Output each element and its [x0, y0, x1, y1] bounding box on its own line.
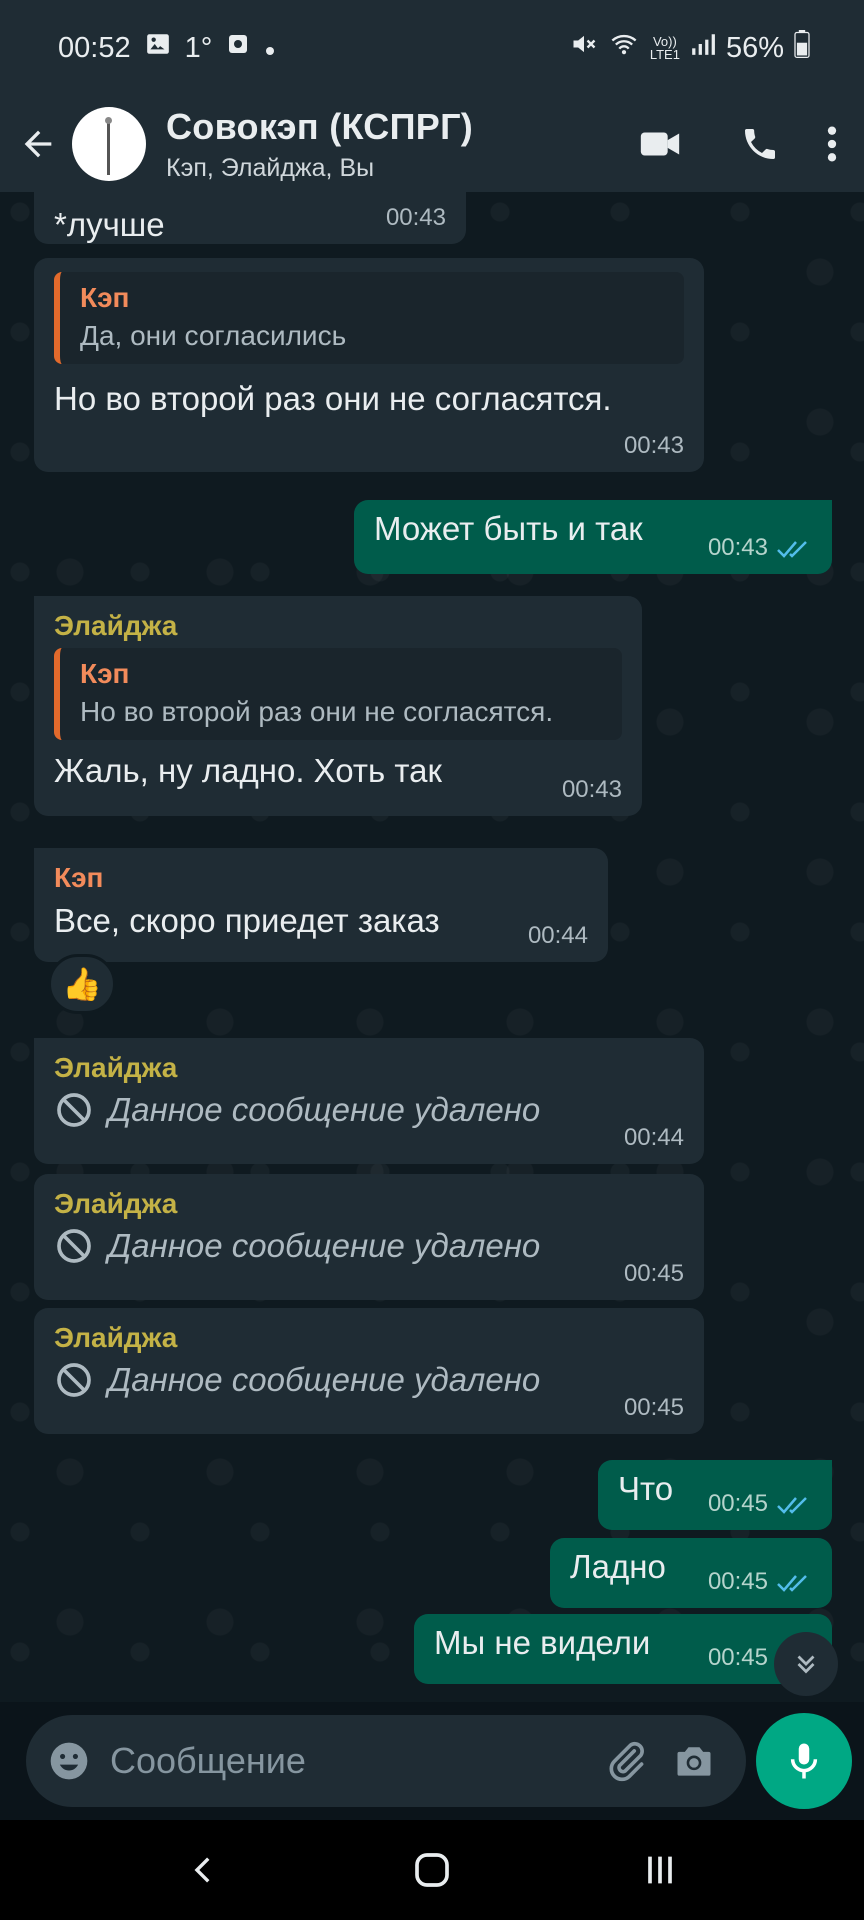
more-vert-icon [827, 126, 837, 162]
camera-button[interactable] [660, 1727, 728, 1795]
message-incoming[interactable]: Элайджа Кэп Но во второй раз они не согл… [34, 596, 642, 816]
home-icon [415, 1853, 449, 1887]
thermometer-icon [226, 31, 250, 65]
message-time: 00:44 [623, 1124, 684, 1151]
message-sender: Элайджа [54, 1322, 178, 1353]
message-time: 00:43 [707, 534, 768, 561]
message-sender: Элайджа [54, 610, 178, 641]
reaction-badge[interactable]: 👍 [48, 954, 116, 1014]
status-bar: 00:52 1° Vo)) LTE1 56% [0, 0, 864, 96]
message-input[interactable] [110, 1740, 592, 1782]
more-options-button[interactable] [810, 96, 854, 192]
scroll-to-bottom-button[interactable] [774, 1632, 838, 1696]
deleted-message-text: Данное сообщение удалено [108, 1091, 541, 1128]
emoji-icon [50, 1742, 88, 1780]
attach-icon [609, 1741, 644, 1782]
message-text: Но во второй раз они не согласятся. [54, 380, 612, 417]
message-incoming[interactable]: *лучше 00:43 [34, 192, 466, 244]
message-time: 00:45 [707, 1490, 768, 1517]
quoted-text: Да, они согласились [80, 320, 347, 351]
group-avatar[interactable] [72, 107, 146, 181]
video-call-icon [640, 132, 680, 156]
message-outgoing[interactable]: Ладно 00:45 [550, 1538, 832, 1608]
voice-call-button[interactable] [710, 96, 810, 192]
deleted-message-icon [57, 1229, 91, 1263]
back-arrow-icon [24, 130, 52, 158]
chat-info[interactable]: Совокэп (КСПРГ) Кэп, Элайджа, Вы [166, 106, 610, 183]
read-ticks-icon [777, 541, 807, 558]
battery-percent: 56% [725, 31, 784, 64]
message-text: Все, скоро приедет заказ [54, 902, 440, 939]
nav-back-button[interactable] [154, 1830, 254, 1910]
message-time: 00:45 [623, 1394, 684, 1421]
thumbs-up-icon: 👍 [62, 966, 102, 1002]
phone-icon [745, 129, 775, 159]
message-list[interactable]: *лучше 00:43 Кэп Да, они согласились Но … [0, 192, 864, 1702]
signal-icon [690, 31, 716, 65]
double-chevron-down-icon [797, 1655, 815, 1674]
quoted-text: Но во второй раз они не согласятся. [80, 696, 554, 727]
chat-header: Совокэп (КСПРГ) Кэп, Элайджа, Вы [0, 96, 864, 192]
deleted-message-icon [57, 1093, 91, 1127]
quoted-message[interactable]: Кэп Да, они согласились [54, 272, 684, 364]
deleted-message-icon [57, 1363, 91, 1397]
gallery-icon [145, 31, 171, 65]
deleted-message-text: Данное сообщение удалено [108, 1227, 541, 1264]
emoji-button[interactable] [46, 1727, 92, 1795]
chat-title: Совокэп (КСПРГ) [166, 105, 474, 147]
mute-icon [570, 30, 598, 66]
status-temperature: 1° [184, 31, 213, 64]
read-ticks-icon [777, 1497, 807, 1514]
message-sender: Элайджа [54, 1188, 178, 1219]
message-time: 00:45 [707, 1568, 768, 1595]
quoted-sender: Кэп [80, 282, 130, 313]
message-incoming[interactable]: Кэп Все, скоро приедет заказ 00:44 [34, 848, 608, 962]
volte-icon: Vo)) LTE1 [649, 34, 680, 62]
status-time: 00:52 [58, 31, 131, 64]
system-navigation-bar [0, 1820, 864, 1920]
message-text: Жаль, ну ладно. Хоть так [54, 752, 442, 789]
message-incoming-deleted[interactable]: Элайджа Данное сообщение удалено 00:44 [34, 1038, 704, 1164]
quoted-message[interactable]: Кэп Но во второй раз они не согласятся. [54, 648, 622, 740]
camera-icon [677, 1747, 711, 1776]
message-time: 00:45 [623, 1260, 684, 1287]
nav-recents-button[interactable] [610, 1830, 710, 1910]
chevron-left-icon [194, 1857, 210, 1883]
message-incoming-deleted[interactable]: Элайджа Данное сообщение удалено 00:45 [34, 1308, 704, 1434]
nav-home-button[interactable] [382, 1830, 482, 1910]
mic-icon [790, 1743, 818, 1779]
message-incoming[interactable]: Кэп Да, они согласились Но во второй раз… [34, 258, 704, 472]
message-incoming-deleted[interactable]: Элайджа Данное сообщение удалено 00:45 [34, 1174, 704, 1300]
message-outgoing[interactable]: Мы не видели 00:45 [414, 1614, 832, 1684]
deleted-message-text: Данное сообщение удалено [108, 1361, 541, 1398]
battery-icon [794, 30, 810, 66]
dot-icon [264, 32, 276, 65]
attach-button[interactable] [592, 1727, 660, 1795]
quoted-sender: Кэп [80, 658, 130, 689]
message-sender: Элайджа [54, 1052, 178, 1083]
message-outgoing[interactable]: Может быть и так 00:43 [354, 500, 832, 574]
message-outgoing[interactable]: Что 00:45 [598, 1460, 832, 1530]
message-time: 00:44 [527, 922, 588, 949]
video-call-button[interactable] [610, 96, 710, 192]
message-time: 00:43 [385, 204, 446, 231]
message-time: 00:45 [707, 1644, 768, 1671]
recents-icon [648, 1856, 672, 1884]
wifi-icon [608, 30, 640, 66]
message-time: 00:43 [623, 432, 684, 459]
message-sender: Кэп [54, 862, 104, 893]
read-ticks-icon [777, 1575, 807, 1592]
message-composer [26, 1715, 746, 1807]
back-button[interactable] [4, 96, 72, 192]
message-time: 00:43 [561, 776, 622, 803]
chat-participants: Кэп, Элайджа, Вы [166, 153, 375, 182]
voice-message-button[interactable] [756, 1713, 852, 1809]
